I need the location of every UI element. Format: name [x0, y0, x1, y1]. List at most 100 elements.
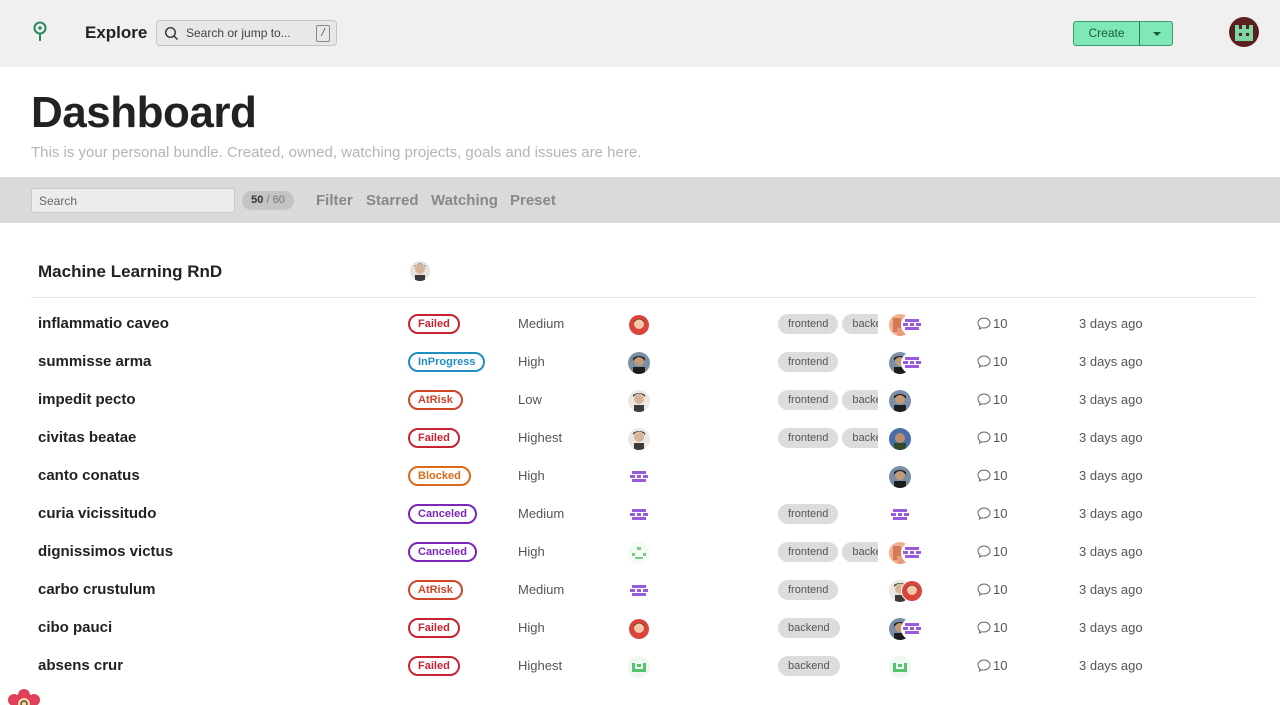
assignee-avatar[interactable] — [628, 466, 650, 488]
search-shortcut-key: / — [316, 25, 330, 42]
issue-title[interactable]: impedit pecto — [38, 391, 136, 408]
comments-count[interactable]: 10 — [977, 430, 1007, 445]
watcher-avatar[interactable] — [901, 314, 923, 336]
updated-time: 3 days ago — [1079, 506, 1143, 521]
app-title[interactable]: Explore — [85, 23, 147, 43]
issue-row[interactable]: absens crur Failed Highest backend 10 3 days … — [0, 647, 1280, 685]
issue-row[interactable]: carbo crustulum AtRisk Medium frontend 10 3 d… — [0, 571, 1280, 609]
status-badge[interactable]: AtRisk — [408, 580, 463, 600]
updated-time: 3 days ago — [1079, 658, 1143, 673]
updated-time: 3 days ago — [1079, 544, 1143, 559]
priority-label: High — [518, 354, 545, 369]
priority-label: High — [518, 620, 545, 635]
issue-title[interactable]: inflammatio caveo — [38, 315, 169, 332]
assignee-avatar[interactable] — [628, 314, 650, 336]
assignee-avatar[interactable] — [628, 580, 650, 602]
issue-title[interactable]: dignissimos victus — [38, 543, 173, 560]
preset-link[interactable]: Preset — [510, 192, 556, 209]
assignee-avatar[interactable] — [628, 656, 650, 678]
status-badge[interactable]: Failed — [408, 314, 460, 334]
starred-link[interactable]: Starred — [366, 192, 419, 209]
comments-count[interactable]: 10 — [977, 354, 1007, 369]
status-badge[interactable]: InProgress — [408, 352, 486, 372]
issue-title[interactable]: curia vicissitudo — [38, 505, 156, 522]
issue-row[interactable]: dignissimos victus Canceled High frontend ba… — [0, 533, 1280, 571]
tag-chip[interactable]: backend — [778, 656, 840, 676]
tag-chip[interactable]: backend — [842, 390, 878, 410]
issue-row[interactable]: impedit pecto AtRisk Low frontendbackend 10 3… — [0, 381, 1280, 419]
watcher-avatar[interactable] — [901, 542, 923, 564]
status-badge[interactable]: Failed — [408, 618, 460, 638]
tag-chip[interactable]: backend — [842, 542, 878, 562]
assignee-avatar[interactable] — [628, 352, 650, 374]
tree-logo-icon[interactable] — [30, 21, 50, 43]
watcher-avatar[interactable] — [889, 466, 911, 488]
comment-icon — [977, 431, 991, 444]
status-badge[interactable]: Failed — [408, 428, 460, 448]
comments-count[interactable]: 10 — [977, 620, 1007, 635]
comment-icon — [977, 393, 991, 406]
updated-time: 3 days ago — [1079, 354, 1143, 369]
filter-link[interactable]: Filter — [316, 192, 353, 209]
comments-count[interactable]: 10 — [977, 506, 1007, 521]
assignee-avatar[interactable] — [628, 618, 650, 640]
comments-count[interactable]: 10 — [977, 316, 1007, 331]
issue-title[interactable]: carbo crustulum — [38, 581, 156, 598]
issue-row[interactable]: cibo pauci Failed High backend 10 3 days ago — [0, 609, 1280, 647]
comments-count[interactable]: 10 — [977, 582, 1007, 597]
assignee-avatar[interactable] — [628, 428, 650, 450]
issue-row[interactable]: canto conatus Blocked High 10 3 days ago — [0, 457, 1280, 495]
filter-search-input[interactable]: Search — [31, 188, 235, 213]
watcher-avatar[interactable] — [889, 656, 911, 678]
issue-row[interactable]: civitas beatae Failed Highest frontendbacke… — [0, 419, 1280, 457]
tag-chip[interactable]: frontend — [778, 352, 839, 372]
tag-chip[interactable]: backend — [842, 428, 878, 448]
watcher-avatar[interactable] — [889, 390, 911, 412]
issue-row[interactable]: summisse arma InProgress High frontend 10 3 d… — [0, 343, 1280, 381]
watcher-avatar[interactable] — [889, 504, 911, 526]
assignee-avatar[interactable] — [628, 542, 650, 564]
comments-count-value: 10 — [993, 544, 1008, 559]
issue-title[interactable]: civitas beatae — [38, 429, 136, 446]
watcher-avatar[interactable] — [889, 428, 911, 450]
status-badge[interactable]: Failed — [408, 656, 460, 676]
watching-link[interactable]: Watching — [431, 192, 498, 209]
tag-chip[interactable]: frontend — [778, 580, 839, 600]
issue-row[interactable]: curia vicissitudo Canceled Medium frontend 1… — [0, 495, 1280, 533]
page-title: Dashboard — [31, 88, 257, 137]
comments-count[interactable]: 10 — [977, 392, 1007, 407]
watcher-avatar[interactable] — [901, 352, 923, 374]
assignee-avatar[interactable] — [628, 390, 650, 412]
flower-logo-icon[interactable] — [5, 689, 43, 705]
comments-count[interactable]: 10 — [977, 544, 1007, 559]
tag-chip[interactable]: frontend — [778, 314, 839, 334]
comments-count[interactable]: 10 — [977, 468, 1007, 483]
tag-chip[interactable]: frontend — [778, 542, 839, 562]
global-search-input[interactable]: Search or jump to... / — [156, 20, 337, 46]
issue-title[interactable]: absens crur — [38, 657, 123, 674]
status-badge[interactable]: Canceled — [408, 504, 477, 524]
watcher-avatar[interactable] — [901, 580, 923, 602]
watcher-avatar[interactable] — [901, 618, 923, 640]
assignee-avatar[interactable] — [628, 504, 650, 526]
priority-label: Highest — [518, 430, 563, 445]
priority-label: Medium — [518, 582, 565, 597]
create-dropdown-button[interactable] — [1139, 21, 1173, 46]
tag-chip[interactable]: backend — [778, 618, 840, 638]
comments-count[interactable]: 10 — [977, 658, 1007, 673]
create-button[interactable]: Create — [1073, 21, 1140, 46]
status-badge[interactable]: Canceled — [408, 542, 477, 562]
project-title[interactable]: Machine Learning RnD — [38, 262, 222, 282]
status-badge[interactable]: Blocked — [408, 466, 471, 486]
issue-title[interactable]: cibo pauci — [38, 619, 112, 636]
status-badge[interactable]: AtRisk — [408, 390, 463, 410]
tag-chip[interactable]: frontend — [778, 504, 839, 524]
issue-row[interactable]: inflammatio caveo Failed Medium frontend bac… — [0, 305, 1280, 343]
project-owner-avatar[interactable] — [410, 261, 430, 281]
tag-chip[interactable]: frontend — [778, 428, 839, 448]
issue-title[interactable]: canto conatus — [38, 467, 140, 484]
tag-chip[interactable]: backend — [842, 314, 878, 334]
issue-title[interactable]: summisse arma — [38, 353, 151, 370]
tag-chip[interactable]: frontend — [778, 390, 839, 410]
user-avatar[interactable] — [1229, 17, 1259, 47]
